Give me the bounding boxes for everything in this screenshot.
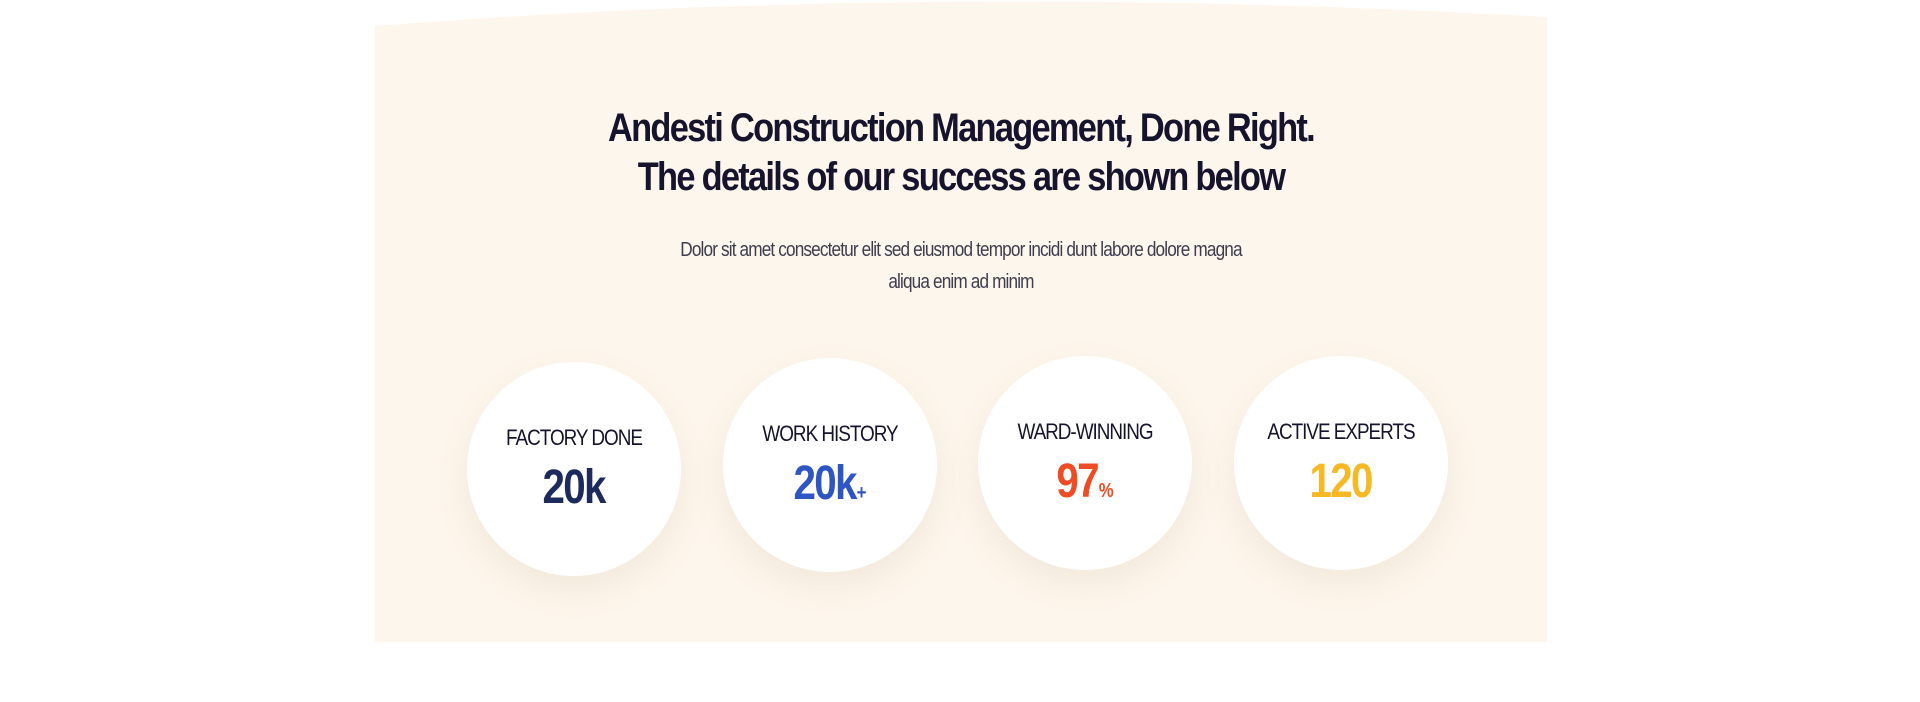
stat-number: 120 [1309,455,1373,508]
stat-suffix: % [1098,480,1114,502]
stat-value: 20k [484,460,664,525]
description-line-2: aliqua enim ad minim [888,271,1034,293]
stat-circle-factory-done: FACTORY DONE 20k [467,362,681,576]
stat-number: 20k [542,461,606,514]
stat-label: ACTIVE EXPERTS [1267,419,1415,444]
stat-value: 120 [1251,454,1431,519]
stat-label: WARD-WINNING [1017,419,1153,444]
section-heading: Andesti Construction Management, Done Ri… [457,104,1465,202]
stat-circle-active-experts: ACTIVE EXPERTS 120 [1234,356,1448,570]
stat-circle-ward-winning: WARD-WINNING 97% [978,356,1192,570]
description-line-1: Dolor sit amet consectetur elit sed eius… [680,239,1242,261]
stat-number: 97 [1056,455,1099,508]
stat-suffix: + [856,482,867,504]
stat-value: 97% [995,454,1175,519]
stat-circle-work-history: WORK HISTORY 20k+ [723,358,937,572]
stat-label: FACTORY DONE [506,425,643,450]
section-description: Dolor sit amet consectetur elit sed eius… [457,234,1465,298]
stats-section: Andesti Construction Management, Done Ri… [375,0,1547,642]
heading-line-2: The details of our success are shown bel… [637,155,1286,199]
stat-value: 20k+ [740,456,920,521]
stat-label: WORK HISTORY [762,421,898,446]
stat-number: 20k [793,457,858,510]
heading-line-1: Andesti Construction Management, Done Ri… [608,106,1316,150]
